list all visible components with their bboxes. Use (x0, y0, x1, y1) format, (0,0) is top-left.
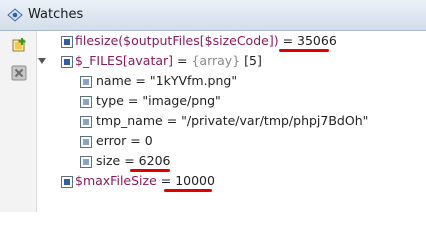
watch-row-max-file-size[interactable]: $maxFileSize = 10000 (37, 171, 422, 191)
watches-toolbar (0, 31, 37, 212)
child-row-name[interactable]: name = "1kYVfm.png" (37, 71, 422, 91)
watch-expression-icon (61, 56, 73, 68)
watches-view-icon (7, 8, 23, 22)
remove-watch-icon[interactable] (10, 64, 28, 82)
watches-title-bar: Watches (0, 0, 426, 31)
watch-expression: $maxFileSize (75, 173, 157, 188)
child-row-error[interactable]: error = 0 (37, 131, 422, 151)
child-row-size[interactable]: size = 6206 (37, 151, 422, 171)
watches-tree: filesize($outputFiles[$sizeCode]) = 3506… (37, 31, 426, 212)
equals-sign: = (131, 73, 150, 88)
red-underline-annotation (164, 189, 212, 192)
add-watch-icon[interactable] (10, 37, 28, 55)
array-value: 0 (144, 133, 153, 148)
array-key-icon (80, 76, 92, 88)
watch-expression-icon (61, 176, 73, 188)
child-row-type[interactable]: type = "image/png" (37, 91, 422, 111)
watch-expression: filesize($outputFiles[$sizeCode]) (75, 33, 279, 48)
child-row-tmp-name[interactable]: tmp_name = "/private/var/tmp/phpj7BdOh" (37, 111, 422, 131)
panel-title: Watches (28, 7, 84, 22)
array-key-icon (80, 136, 92, 148)
watch-value: 35066 (297, 33, 337, 48)
array-count: [5] (244, 53, 262, 68)
watch-value: 10000 (175, 173, 215, 188)
array-value: "image/png" (142, 93, 221, 108)
value-type: {array} (191, 53, 241, 68)
watch-row-filesize[interactable]: filesize($outputFiles[$sizeCode]) = 3506… (37, 31, 422, 51)
array-key: size (96, 153, 121, 168)
watch-expression-icon (61, 36, 73, 48)
array-key: type (96, 93, 124, 108)
array-key-icon (80, 156, 92, 168)
array-key: name (96, 73, 132, 88)
watch-expression: $_FILES[avatar] (75, 53, 174, 68)
array-key: tmp_name (96, 113, 163, 128)
equals-sign: = (173, 53, 192, 68)
equals-sign: = (162, 113, 182, 128)
equals-sign: = (123, 93, 143, 108)
equals-sign: = (278, 33, 298, 48)
equals-sign: = (120, 153, 139, 168)
equals-sign: = (126, 133, 145, 148)
array-value: 6206 (138, 153, 171, 168)
expand-arrow-icon[interactable] (37, 56, 47, 66)
array-key-icon (80, 116, 92, 128)
array-value: "/private/var/tmp/phpj7BdOh" (181, 113, 369, 128)
array-key-icon (80, 96, 92, 108)
equals-sign: = (156, 173, 176, 188)
watch-row-files-avatar[interactable]: $_FILES[avatar] = {array} [5] (37, 51, 422, 71)
array-key: error (96, 133, 127, 148)
array-value: "1kYVfm.png" (149, 73, 238, 88)
